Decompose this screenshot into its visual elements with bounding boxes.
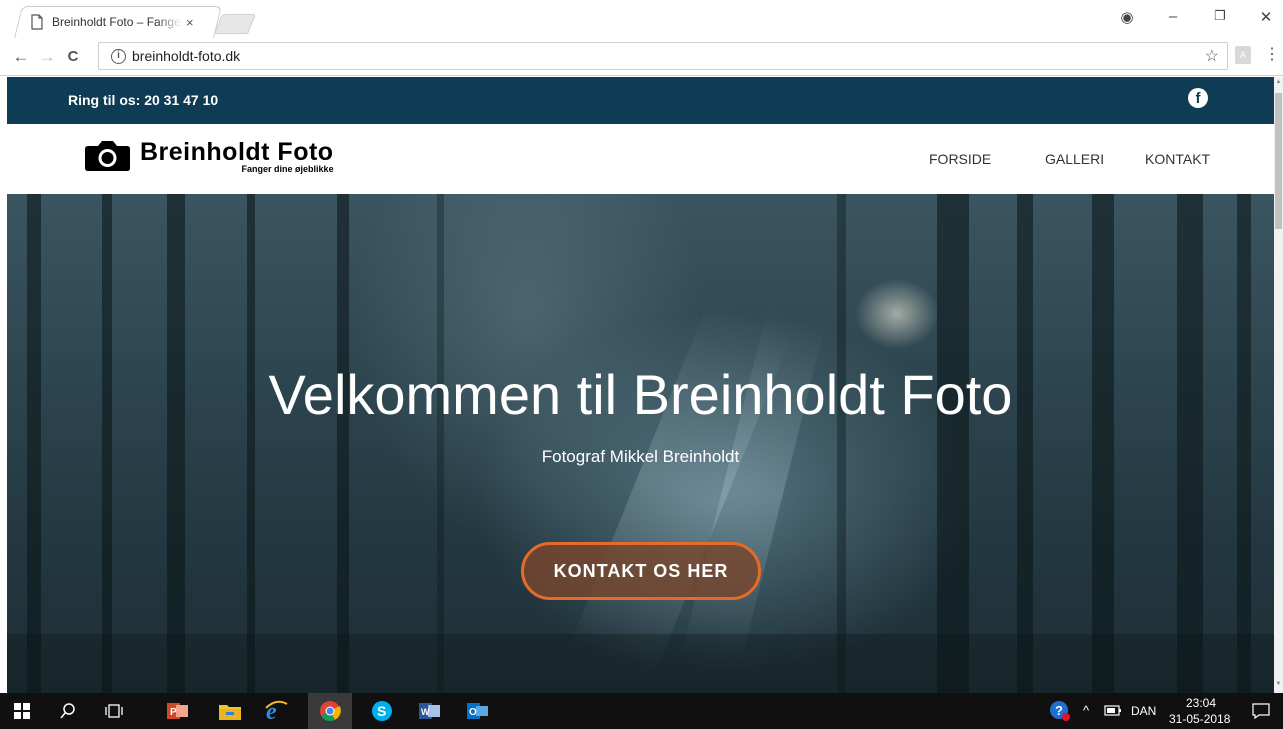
svg-text:O: O: [469, 707, 477, 718]
svg-text:?: ?: [1055, 703, 1063, 718]
site-logo[interactable]: Breinholdt Foto Fanger dine øjeblikke: [85, 140, 334, 174]
word-icon[interactable]: W: [418, 699, 442, 723]
nav-item-galleri[interactable]: GALLERI: [1045, 151, 1104, 167]
tray-chevron-icon[interactable]: ^: [1083, 703, 1089, 718]
close-window-button[interactable]: ✕: [1256, 8, 1276, 26]
profile-icon[interactable]: ◉: [1117, 8, 1137, 26]
outlook-icon[interactable]: O: [466, 699, 490, 723]
page-scrollbar[interactable]: ▲ ▼: [1274, 77, 1283, 693]
tree-trunk: [337, 194, 349, 693]
scrollbar-thumb[interactable]: [1275, 93, 1282, 229]
nav-item-forside[interactable]: FORSIDE: [929, 151, 991, 167]
help-notification-icon[interactable]: ?: [1048, 699, 1072, 723]
facebook-icon[interactable]: f: [1188, 88, 1208, 108]
phone-number: Ring til os: 20 31 47 10: [68, 92, 219, 108]
tab-close-icon[interactable]: ×: [186, 15, 194, 30]
site-header: Breinholdt Foto Fanger dine øjeblikke FO…: [7, 124, 1274, 194]
bookmark-star-icon[interactable]: ☆: [1205, 46, 1219, 66]
hero-title: Velkommen til Breinholdt Foto: [268, 363, 1013, 426]
tree-trunk: [437, 194, 444, 693]
tree-trunk: [1177, 194, 1203, 693]
tree-trunk: [837, 194, 846, 693]
skype-icon[interactable]: S: [370, 699, 394, 723]
windows-taskbar: P e S W O ? ^ DAN 23:04 31-05-2018: [0, 693, 1283, 729]
back-button[interactable]: ←: [8, 47, 34, 67]
minimize-button[interactable]: –: [1163, 8, 1183, 25]
extension-icon[interactable]: A: [1235, 46, 1251, 64]
svg-text:S: S: [377, 703, 386, 719]
forward-button[interactable]: →: [34, 47, 60, 67]
new-tab-button[interactable]: [213, 14, 257, 34]
svg-text:W: W: [421, 707, 430, 717]
tree-trunk: [1017, 194, 1033, 693]
tree-trunk: [1092, 194, 1114, 693]
restore-button[interactable]: ❐: [1210, 8, 1230, 24]
scroll-up-icon[interactable]: ▲: [1274, 79, 1283, 85]
forest-floor: [7, 634, 1274, 693]
chrome-icon[interactable]: [318, 699, 342, 723]
hero-section: Velkommen til Breinholdt Foto Fotograf M…: [7, 194, 1274, 693]
reload-button[interactable]: C: [60, 48, 86, 65]
tree-trunk: [937, 194, 969, 693]
svg-text:P: P: [170, 707, 177, 718]
action-center-icon[interactable]: [1249, 699, 1273, 723]
search-icon[interactable]: [56, 699, 80, 723]
scroll-down-icon[interactable]: ▼: [1274, 681, 1283, 687]
browser-menu-icon[interactable]: ⋮: [1264, 44, 1280, 64]
tree-trunk: [27, 194, 41, 693]
tree-trunk: [1237, 194, 1251, 693]
file-explorer-icon[interactable]: [218, 699, 242, 723]
powerpoint-icon[interactable]: P: [166, 699, 190, 723]
tree-trunk: [102, 194, 112, 693]
nav-item-kontakt[interactable]: KONTAKT: [1145, 151, 1210, 167]
browser-tab-content[interactable]: Breinholdt Foto – Fanger dine øjeblikke …: [24, 6, 214, 38]
clock-time[interactable]: 23:04: [1186, 696, 1216, 710]
address-bar[interactable]: i breinholdt-foto.dk ☆: [98, 42, 1228, 70]
language-indicator[interactable]: DAN: [1131, 704, 1156, 718]
browser-toolbar: ← → C i breinholdt-foto.dk ☆: [0, 38, 1283, 76]
page-viewport: Ring til os: 20 31 47 10 f Breinholdt Fo…: [7, 77, 1274, 693]
battery-icon[interactable]: [1100, 699, 1124, 723]
document-icon: [31, 14, 43, 30]
contact-us-button[interactable]: KONTAKT OS HER: [521, 542, 761, 600]
internet-explorer-icon[interactable]: e: [264, 699, 288, 723]
tree-trunk: [247, 194, 255, 693]
info-icon[interactable]: i: [111, 48, 126, 64]
browser-tabstrip: Breinholdt Foto – Fanger dine øjeblikke …: [0, 0, 1283, 38]
clock-date[interactable]: 31-05-2018: [1169, 712, 1230, 726]
logo-title: Breinholdt Foto: [140, 138, 334, 166]
hero-subtitle: Fotograf Mikkel Breinholdt: [541, 447, 740, 466]
camera-icon: [85, 141, 130, 171]
tree-trunk: [167, 194, 185, 693]
url-text[interactable]: breinholdt-foto.dk: [132, 48, 240, 64]
windows-start-icon[interactable]: [10, 699, 34, 723]
site-topbar: Ring til os: 20 31 47 10 f: [7, 77, 1274, 124]
tab-title: Breinholdt Foto – Fanger dine øjeblikke: [52, 15, 182, 29]
task-view-icon[interactable]: [102, 699, 126, 723]
